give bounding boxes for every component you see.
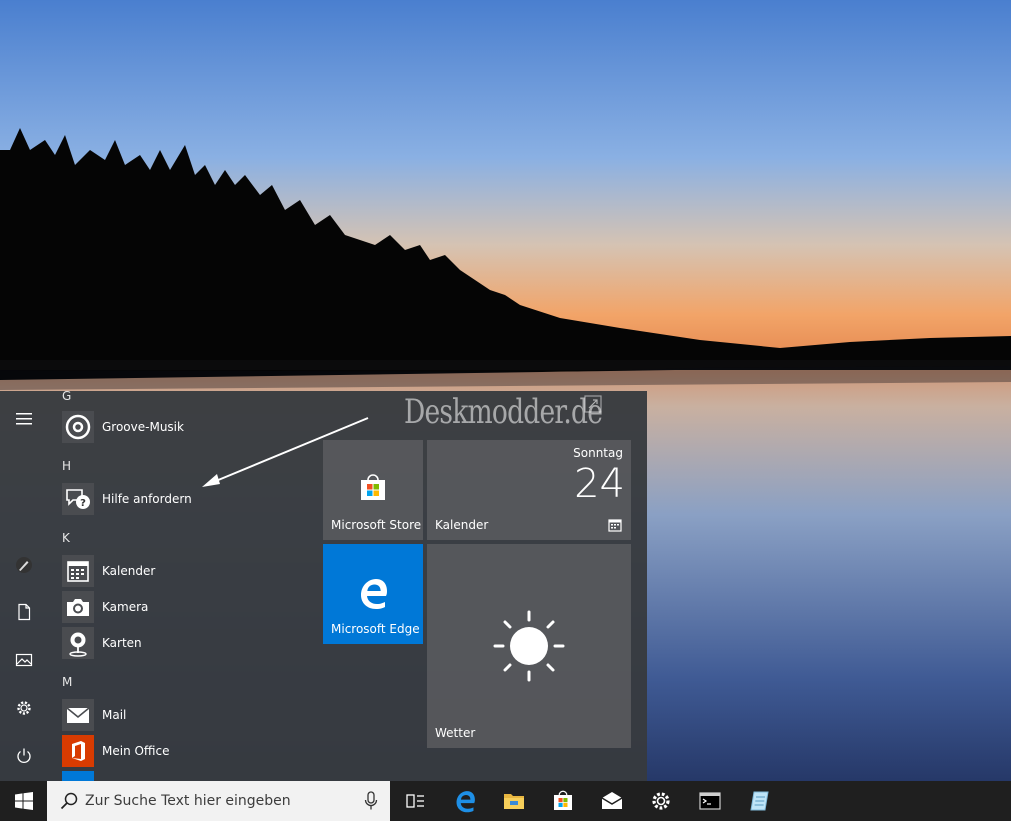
tile-microsoft-edge[interactable]: Microsoft Edge: [323, 544, 423, 644]
calendar-day-number: 24: [574, 461, 625, 507]
office-icon: [72, 741, 85, 761]
tile-label: Microsoft Edge: [331, 622, 420, 636]
edge-icon: [456, 791, 475, 813]
pictures-button[interactable]: [4, 642, 44, 678]
letter-header-m[interactable]: M: [62, 675, 72, 691]
tile-weather[interactable]: Wetter: [427, 544, 631, 748]
windows-logo-icon: [14, 792, 33, 810]
sun-icon: [493, 610, 565, 682]
app-item-partial[interactable]: [62, 771, 94, 781]
start-button[interactable]: [0, 781, 47, 821]
microphone-icon[interactable]: [364, 791, 378, 811]
app-label: Karten: [102, 636, 142, 650]
power-icon: [17, 748, 31, 763]
hamburger-menu-icon: [16, 413, 32, 425]
search-icon: [60, 792, 78, 810]
app-item-maps[interactable]: Karten: [62, 627, 302, 659]
app-label: Mein Office: [102, 744, 170, 758]
app-item-camera[interactable]: Kamera: [62, 591, 302, 623]
taskbar-file-explorer-button[interactable]: [490, 781, 538, 821]
mail-icon: [601, 792, 623, 809]
search-input[interactable]: [85, 789, 345, 813]
letter-header-k[interactable]: K: [62, 531, 70, 547]
user-button[interactable]: [4, 547, 44, 583]
pen-icon: [16, 557, 32, 573]
watermark: Deskmodder.de: [404, 392, 603, 432]
taskbar: [0, 781, 1011, 821]
app-label: Mail: [102, 708, 127, 722]
tile-label: Kalender: [435, 518, 489, 532]
search-box[interactable]: [47, 781, 390, 821]
pictures-icon: [15, 653, 33, 667]
taskbar-command-prompt-button[interactable]: [686, 781, 734, 821]
taskbar-store-button[interactable]: [539, 781, 587, 821]
app-item-my-office[interactable]: Mein Office: [62, 735, 302, 767]
taskbar-notepad-button[interactable]: [736, 781, 784, 821]
tile-calendar[interactable]: Sonntag 24 Kalender: [427, 440, 631, 540]
app-label: Hilfe anfordern: [102, 492, 192, 506]
camera-icon: [67, 599, 89, 616]
help-chat-icon: ?: [66, 489, 90, 509]
documents-button[interactable]: [4, 594, 44, 630]
store-icon: [554, 790, 572, 810]
app-label: Kalender: [102, 564, 156, 578]
groove-music-icon: [65, 414, 91, 440]
taskbar-edge-button[interactable]: [441, 781, 489, 821]
edge-icon: [361, 579, 387, 609]
calendar-badge-icon: [608, 519, 622, 532]
app-label: Groove-Musik: [102, 420, 184, 434]
notepad-icon: [750, 791, 769, 811]
command-prompt-icon: [699, 792, 721, 810]
calendar-day-name: Sonntag: [573, 446, 623, 460]
start-rail: [0, 391, 48, 781]
taskbar-settings-button[interactable]: [637, 781, 685, 821]
maps-icon: [69, 632, 87, 657]
app-item-mail[interactable]: Mail: [62, 699, 302, 731]
power-button[interactable]: [4, 738, 44, 774]
tile-label: Wetter: [435, 726, 476, 740]
mail-icon: [66, 707, 90, 723]
documents-icon: [18, 603, 31, 621]
annotation-arrow: [202, 417, 369, 487]
file-explorer-icon: [504, 794, 524, 809]
task-view-button[interactable]: [391, 781, 439, 821]
taskbar-mail-button[interactable]: [588, 781, 636, 821]
settings-icon: [17, 701, 31, 715]
letter-header-h[interactable]: H: [62, 459, 71, 475]
settings-icon: [652, 792, 670, 810]
app-item-calendar[interactable]: Kalender: [62, 555, 302, 587]
tile-label: Microsoft Store: [331, 518, 422, 532]
settings-button[interactable]: [4, 690, 44, 726]
letter-header-g[interactable]: G: [62, 391, 71, 405]
task-view-icon: [406, 794, 424, 808]
calendar-icon: [67, 561, 89, 582]
app-label: Kamera: [102, 600, 149, 614]
expand-menu-button[interactable]: [4, 401, 44, 437]
svg-text:?: ?: [80, 498, 86, 509]
